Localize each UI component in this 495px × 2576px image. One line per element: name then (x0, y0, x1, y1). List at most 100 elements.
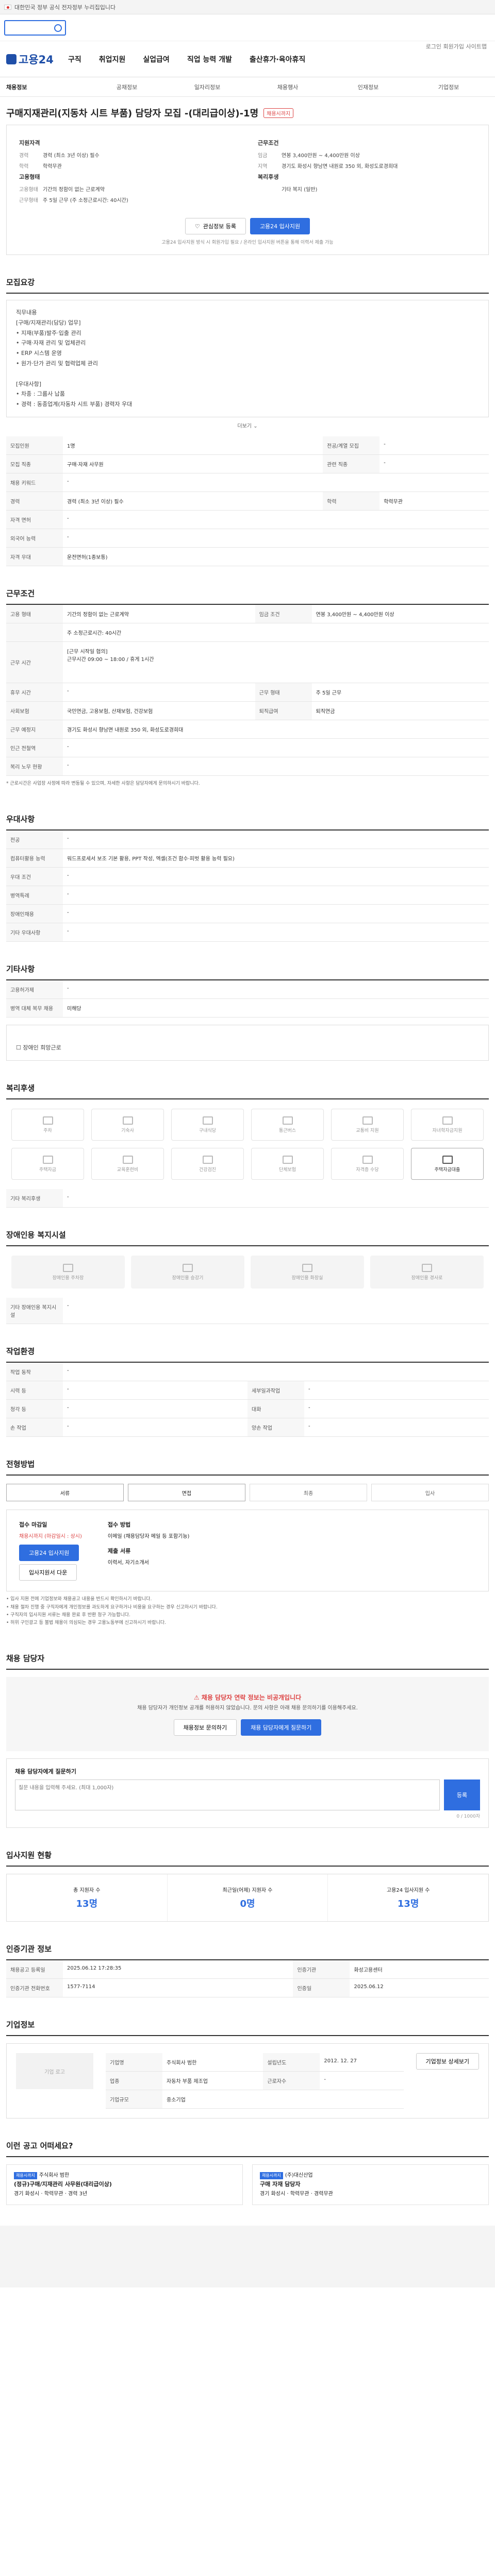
table-row: 주 소정근로시간: 40시간 (6, 623, 489, 642)
nav-item[interactable]: 직업 능력 개발 (187, 54, 232, 64)
download-form-button[interactable]: 입사지원서 다운 (19, 1564, 77, 1581)
nav-item[interactable]: 출산휴가·육아휴직 (250, 54, 305, 64)
summary-row: 고용형태 기간의 정함이 없는 근로계약 (19, 187, 105, 193)
section-title: 작업환경 (6, 1334, 489, 1363)
section-title: 근무조건 (6, 577, 489, 605)
table-row: 우대 조건 - (6, 867, 489, 887)
table-row: 장애인채용 - (6, 904, 489, 924)
company-box: 기업 로고 기업명 주식회사 범한 설립년도 2012. 12. 27 업종 자동차 부… (6, 2043, 489, 2119)
process-step: 입사 (371, 1484, 489, 1502)
contact-alert: ⚠ 채용 담당자 연락 정보는 비공개입니다 (193, 1694, 302, 1702)
section-title: 입사지원 현황 (6, 1838, 489, 1867)
table-row: 청각 등 - 대화 - (6, 1399, 489, 1419)
table-row: 병역특례 - (6, 886, 489, 905)
similar-jobs: 채용시까지 주식회사 범한 (정규)구매/지재관리 사무원(대리급이상) 경기 화… (6, 2164, 489, 2205)
section-title: 채용 담당자 (6, 1641, 489, 1670)
label: 제출 서류 (107, 1548, 131, 1555)
sub-nav-item[interactable]: 공채정보 (87, 83, 167, 91)
certificate-icon (362, 1155, 373, 1164)
similar-job-info: 경기 화성시 · 학력무관 · 경력무관 (260, 2191, 333, 2197)
nav-item[interactable]: 실업급여 (143, 54, 170, 64)
table-row: 근무 시간 [근무 시작일 협의] 근무시간 09:00 ~ 18:00 / 휴게… (6, 641, 489, 683)
korea-flag-icon (4, 4, 11, 10)
welfare-card: 주차 (11, 1109, 84, 1141)
question-input[interactable] (15, 1780, 440, 1811)
footer (0, 2225, 495, 2287)
table-row: 자격 우대 운전면허(1종보통) (6, 547, 489, 566)
disability-etc-table: 기타 장애인용 복지시설 - (6, 1298, 489, 1325)
public-info-table: 채용공고 등록일 2025.06.12 17:28:35 인증기관 화성고용센터 인증… (6, 1960, 489, 1998)
search-input[interactable] (4, 20, 66, 36)
summary-row: 임금 연봉 3,400만원 ~ 4,400만원 이상 (258, 153, 360, 159)
disability-card: 장애인용 화장실 (251, 1256, 364, 1289)
section-title: 전형방법 (6, 1447, 489, 1476)
etc-table: 고용허가제 - 병역 대체 복무 채용 미해당 (6, 980, 489, 1018)
process-step: 최종 (250, 1484, 367, 1502)
job-title-row: 구매지재관리(지동차 시트 부품) 담당자 모집 -(대리급이상)-1명 채용시… (6, 97, 489, 125)
save-interest-button[interactable]: ♡ 관심정보 등록 (185, 218, 246, 234)
inquiry-button[interactable]: 채용정보 문의하기 (173, 1719, 237, 1736)
logo-mark-icon (6, 54, 16, 64)
more-button[interactable]: 더보기 ⌄ (6, 421, 489, 429)
parking-icon (63, 1263, 73, 1272)
welfare-card: 주택자금 (11, 1148, 84, 1180)
logo-text: 고용24 (19, 53, 54, 66)
preference-table: 전공 - 컴퓨터활용 능력 워드프로세서 보조 기본 활용, PPT 작성, 엑셀(… (6, 831, 489, 942)
table-row: 복리 노무 현황 - (6, 757, 489, 776)
apply-button[interactable]: 고용24 입사지원 (19, 1545, 79, 1562)
disability-card: 장애인용 경사로 (370, 1256, 484, 1289)
summary-row: 근무형태 주 5일 근무 (주 소정근로시간: 40시간) (19, 198, 128, 204)
sub-nav-item[interactable]: 일자리정보 (167, 83, 248, 91)
chevron-down-icon: ⌄ (253, 423, 258, 429)
company-detail-button[interactable]: 기업정보 상세보기 (416, 2053, 479, 2070)
similar-job-card[interactable]: 채용시까지 주식회사 범한 (정규)구매/지재관리 사무원(대리급이상) 경기 화… (6, 2164, 243, 2205)
welfare-card: 교육훈련비 (91, 1148, 164, 1180)
recruit-table: 모집인원 1명 전공/계열 모집 - 모집 직종 구매·자재 사무원 관련 직종 - 채용 … (6, 436, 489, 566)
table-row: 인근 전철역 - (6, 738, 489, 757)
process-step: 서류 (6, 1484, 124, 1502)
ask-recruiter-button[interactable]: 채용 담당자에게 질문하기 (241, 1719, 322, 1736)
nav-item[interactable]: 구직 (68, 54, 81, 64)
table-row: 모집인원 1명 전공/계열 모집 - (6, 436, 489, 455)
sub-nav-item[interactable]: 채용정보 (6, 83, 87, 91)
sub-nav-item[interactable]: 인재정보 (328, 83, 408, 91)
process-step: 면접 (128, 1484, 245, 1502)
submit-question-button[interactable]: 등록 (444, 1780, 480, 1811)
housing-support-icon (442, 1155, 453, 1164)
apply-period: 채용시까지 (마감일시 : 상시) (19, 1534, 82, 1540)
table-row: 기업명 주식회사 범한 설립년도 2012. 12. 27 (106, 2053, 404, 2072)
apply-stats: 총 지원자 수 13명 최근일(어제) 지원자 수 0명 고용24 입사지원 수 13… (6, 1874, 489, 1922)
welfare-grid: 주차 기숙사 구내식당 통근버스 교통비 지원 자녀학자금지원 주택자금 교육훈… (6, 1099, 489, 1189)
gov-banner-text: 대한민국 정부 공식 전자정부 누리집입니다 (14, 4, 116, 11)
checkbox[interactable]: ☐ (16, 1044, 21, 1051)
similar-job-card[interactable]: 채용시까지 (주)대신산업 구매 자재 담당자 경기 화성시 · 학력무관 · 경… (252, 2164, 489, 2205)
nav-item[interactable]: 취업지원 (99, 54, 126, 64)
heart-icon: ♡ (194, 223, 200, 230)
section-title: 기타사항 (6, 952, 489, 981)
sub-nav: 채용정보 공채정보 일자리정보 채용행사 인재정보 기업정보 (0, 77, 495, 97)
conditions-table: 고용 형태 기간의 정함이 없는 근로계약 임금 조건 연봉 3,400만원 ~ 4,… (6, 604, 489, 776)
company-logo: 기업 로고 (16, 2053, 93, 2090)
sub-nav-item[interactable]: 채용행사 (248, 83, 328, 91)
bus-icon (282, 1116, 293, 1125)
table-row: 업종 자동차 부품 제조업 근로자수 - (106, 2071, 404, 2091)
table-row: 사회보험 국민연금, 고용보험, 산재보험, 건강보험 퇴직급여 퇴직연금 (6, 701, 489, 720)
welfare-card: 교통비 지원 (331, 1109, 404, 1141)
site-logo[interactable]: 고용24 (6, 52, 63, 67)
table-row: 고용 형태 기간의 정함이 없는 근로계약 임금 조건 연봉 3,400만원 ~ 4,… (6, 604, 489, 623)
housing-icon (42, 1155, 53, 1164)
apply-button[interactable]: 고용24 입사지원 (250, 218, 310, 234)
job-title: 구매지재관리(지동차 시트 부품) 담당자 모집 -(대리급이상)-1명 (6, 108, 259, 119)
label: 접수 마감일 (19, 1521, 47, 1529)
elevator-icon (183, 1263, 193, 1272)
table-row: 모집 직종 구매·자재 사무원 관련 직종 - (6, 454, 489, 473)
table-row: 고용허가제 - (6, 980, 489, 999)
table-row: 기타 장애인용 복지시설 - (6, 1298, 489, 1325)
job-description: 직무내용 [구매/지재관리(담당) 업무] • 지재(부품)발주·입출 관리 •… (6, 300, 489, 417)
car-icon (362, 1116, 373, 1125)
table-row: 채용공고 등록일 2025.06.12 17:28:35 인증기관 화성고용센터 (6, 1960, 489, 1979)
welfare-card: 자격증 수당 (331, 1148, 404, 1180)
sub-nav-item[interactable]: 기업정보 (408, 83, 489, 91)
ramp-icon (422, 1263, 432, 1272)
table-row: 기타 복리후생 - (6, 1189, 489, 1208)
